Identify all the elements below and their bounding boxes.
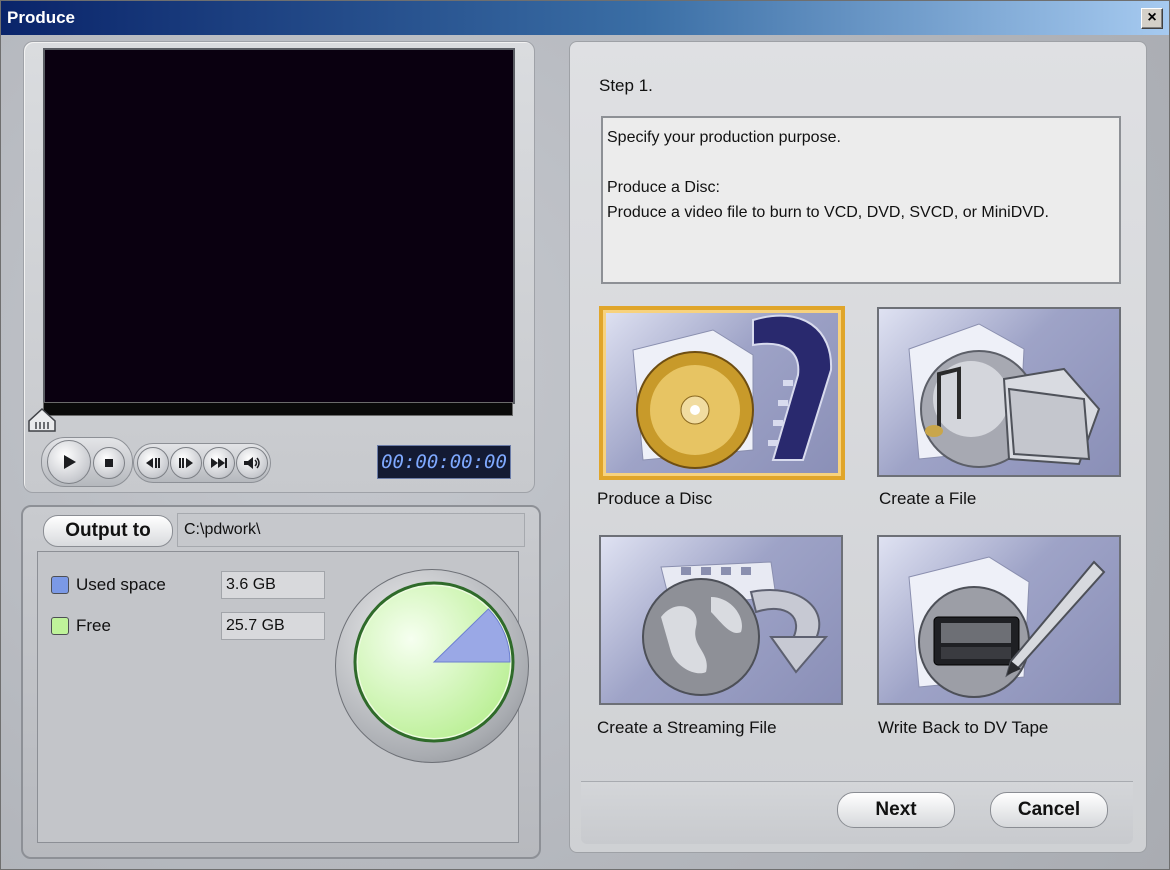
disk-usage-pie bbox=[353, 581, 515, 743]
globe-icon bbox=[642, 561, 829, 696]
next-frame-icon bbox=[179, 458, 193, 468]
play-icon bbox=[64, 455, 76, 469]
disc-icon bbox=[632, 314, 833, 469]
used-space-value: 3.6 GB bbox=[221, 571, 325, 599]
cancel-button[interactable]: Cancel bbox=[990, 792, 1108, 828]
output-to-button[interactable]: Output to bbox=[43, 515, 173, 547]
dv-tape-icon bbox=[908, 556, 1106, 698]
previous-frame-icon bbox=[146, 458, 160, 468]
used-space-label: Used space bbox=[76, 575, 166, 594]
file-icon bbox=[908, 323, 1101, 468]
title-bar: Produce × bbox=[1, 1, 1169, 35]
description-line-3: Produce a video file to burn to VCD, DVD… bbox=[607, 204, 1049, 221]
option-produce-disc[interactable] bbox=[599, 306, 845, 480]
free-space-value: 25.7 GB bbox=[221, 612, 325, 640]
stop-button[interactable] bbox=[93, 447, 125, 479]
option-create-streaming-file-label: Create a Streaming File bbox=[597, 718, 777, 737]
fast-forward-button[interactable] bbox=[203, 447, 235, 479]
play-button[interactable] bbox=[47, 440, 91, 484]
next-frame-button[interactable] bbox=[170, 447, 202, 479]
volume-button[interactable] bbox=[236, 447, 268, 479]
produce-window: Produce × 00:00:00:00 C:\pdwork\ Output … bbox=[0, 0, 1170, 870]
option-create-file[interactable] bbox=[877, 307, 1121, 477]
description-line-2: Produce a Disc: bbox=[607, 179, 720, 196]
option-create-streaming-file[interactable] bbox=[599, 535, 843, 705]
stop-icon bbox=[105, 459, 113, 467]
previous-frame-button[interactable] bbox=[137, 447, 169, 479]
video-preview-screen bbox=[43, 48, 515, 404]
playback-progress-bar[interactable] bbox=[43, 402, 513, 416]
volume-icon bbox=[244, 457, 260, 469]
option-write-dv-tape-label: Write Back to DV Tape bbox=[878, 718, 1049, 737]
fast-forward-icon bbox=[211, 458, 227, 468]
description-line-1: Specify your production purpose. bbox=[607, 129, 841, 146]
option-produce-disc-label: Produce a Disc bbox=[597, 489, 713, 508]
option-write-dv-tape[interactable] bbox=[877, 535, 1121, 705]
used-space-swatch bbox=[51, 576, 69, 594]
timecode-display: 00:00:00:00 bbox=[377, 445, 511, 479]
free-space-swatch bbox=[51, 617, 69, 635]
close-button[interactable]: × bbox=[1141, 8, 1163, 29]
playback-slider-thumb-icon[interactable] bbox=[27, 407, 57, 433]
window-title: Produce bbox=[7, 8, 76, 27]
option-create-file-label: Create a File bbox=[879, 489, 977, 508]
next-button[interactable]: Next bbox=[837, 792, 955, 828]
step-label: Step 1. bbox=[599, 76, 653, 95]
output-path-field: C:\pdwork\ bbox=[177, 513, 525, 547]
description-box: Specify your production purpose. Produce… bbox=[601, 116, 1121, 284]
free-space-label: Free bbox=[76, 616, 111, 635]
